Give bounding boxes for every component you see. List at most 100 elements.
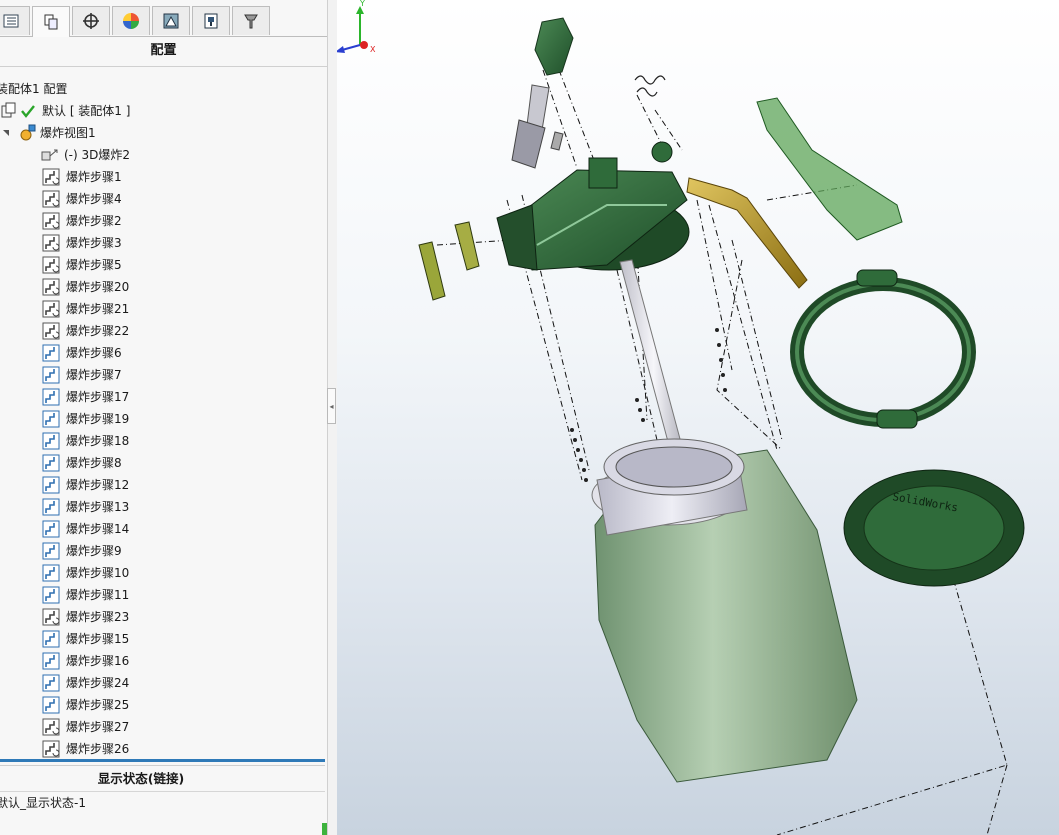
explode-step-rotate-icon bbox=[42, 278, 60, 296]
explode-step-item[interactable]: 爆炸步骤23 bbox=[42, 606, 129, 628]
config-root[interactable]: 装配体1 配置 bbox=[0, 78, 67, 100]
configuration-manager-panel: 配置 装配体1 配置 默认 [ 装配体1 ] 爆炸视图1 (-) 3D爆炸2 爆… bbox=[0, 0, 328, 835]
explode-step-item[interactable]: 爆炸步骤1 bbox=[42, 166, 122, 188]
latch-clip-part bbox=[418, 221, 480, 301]
explode-step-item[interactable]: 爆炸步骤10 bbox=[42, 562, 129, 584]
config-root-label: 装配体1 配置 bbox=[0, 82, 68, 96]
explode-step-label: 爆炸步骤4 bbox=[66, 192, 122, 206]
collapse-arrow-icon[interactable] bbox=[0, 127, 12, 139]
explode-step-item[interactable]: 爆炸步骤11 bbox=[42, 584, 129, 606]
explode-step-rotate-icon bbox=[42, 256, 60, 274]
explode-step-label: 爆炸步骤14 bbox=[66, 522, 130, 536]
view-triad[interactable]: Y Z X bbox=[337, 0, 390, 60]
explode-step-item[interactable]: 爆炸步骤7 bbox=[42, 364, 122, 386]
explode-view-label: 爆炸视图1 bbox=[40, 126, 96, 140]
graphics-area[interactable]: SolidWorks Y Z X bbox=[337, 0, 1059, 835]
tree-list-icon bbox=[2, 12, 20, 30]
explode-step-item[interactable]: 爆炸步骤26 bbox=[42, 738, 129, 760]
carry-ring-part bbox=[790, 269, 976, 429]
explode-step-item[interactable]: 爆炸步骤21 bbox=[42, 298, 129, 320]
explode-step-label: 爆炸步骤26 bbox=[66, 742, 130, 756]
tool-tab[interactable] bbox=[232, 6, 270, 35]
explode-step-item[interactable]: 爆炸步骤6 bbox=[42, 342, 122, 364]
explode-step-label: 爆炸步骤27 bbox=[66, 720, 130, 734]
panel-accent-divider bbox=[0, 759, 325, 762]
explode-step-item[interactable]: 爆炸步骤13 bbox=[42, 496, 129, 518]
cam-tab[interactable] bbox=[192, 6, 230, 35]
explode-step-label: 爆炸步骤8 bbox=[66, 456, 122, 470]
explode-step-icon bbox=[42, 564, 60, 582]
display-manager-tab[interactable] bbox=[152, 6, 190, 35]
explode-step-label: 爆炸步骤11 bbox=[66, 588, 130, 602]
appearance-tab[interactable] bbox=[112, 6, 150, 35]
explode-step-item[interactable]: 爆炸步骤12 bbox=[42, 474, 129, 496]
explode-step-item[interactable]: 爆炸步骤17 bbox=[42, 386, 129, 408]
explode-step-item[interactable]: 爆炸步骤19 bbox=[42, 408, 129, 430]
explode-step-label: 爆炸步骤12 bbox=[66, 478, 130, 492]
explode-step-item[interactable]: 爆炸步骤18 bbox=[42, 430, 129, 452]
carry-strap-part bbox=[756, 97, 903, 241]
explode-step-icon bbox=[42, 586, 60, 604]
display-state-item[interactable]: 默认_显示状态-1 bbox=[0, 794, 86, 812]
explode-step-item[interactable]: 爆炸步骤27 bbox=[42, 716, 129, 738]
explode-step-label: 爆炸步骤16 bbox=[66, 654, 130, 668]
base-cap-part: SolidWorks bbox=[843, 469, 1025, 587]
explode-step-item[interactable]: 爆炸步骤5 bbox=[42, 254, 122, 276]
explode-step-label: 爆炸步骤9 bbox=[66, 544, 122, 558]
explode-step-label: 爆炸步骤15 bbox=[66, 632, 130, 646]
default-configuration[interactable]: 默认 [ 装配体1 ] bbox=[0, 100, 130, 122]
explode-step-rotate-icon bbox=[42, 190, 60, 208]
explode-step-item[interactable]: 爆炸步骤24 bbox=[42, 672, 129, 694]
explode-step-label: 爆炸步骤10 bbox=[66, 566, 130, 580]
explode-step-item[interactable]: 爆炸步骤22 bbox=[42, 320, 129, 342]
straw-tube-part bbox=[619, 259, 688, 469]
cam-icon bbox=[202, 12, 220, 30]
splitter-grip-icon[interactable]: ◂ bbox=[327, 388, 336, 424]
explode-step-item[interactable]: 爆炸步骤25 bbox=[42, 694, 129, 716]
explode-step-item[interactable]: 爆炸步骤3 bbox=[42, 232, 122, 254]
explode-view-icon bbox=[20, 124, 36, 141]
checkmark-icon bbox=[21, 105, 35, 118]
explode-step-label: 爆炸步骤20 bbox=[66, 280, 130, 294]
explode-step-label: 爆炸步骤6 bbox=[66, 346, 122, 360]
explode-step-icon bbox=[42, 630, 60, 648]
exploded-assembly-model: SolidWorks bbox=[418, 17, 1025, 835]
feature-manager-tab[interactable] bbox=[0, 6, 30, 35]
panel-title: 配置 bbox=[150, 43, 177, 58]
explode-step-item[interactable]: 爆炸步骤8 bbox=[42, 452, 122, 474]
explode-step-icon bbox=[42, 520, 60, 538]
triad-y-label: Y bbox=[359, 0, 365, 8]
explode-step-rotate-icon bbox=[42, 740, 60, 758]
display-state-divider bbox=[0, 791, 325, 792]
explode-step-label: 爆炸步骤21 bbox=[66, 302, 130, 316]
explode-step-item[interactable]: 爆炸步骤20 bbox=[42, 276, 129, 298]
status-marker bbox=[322, 823, 327, 835]
explode-step-label: 爆炸步骤22 bbox=[66, 324, 130, 338]
explode-step-item[interactable]: 爆炸步骤4 bbox=[42, 188, 122, 210]
explode-view-node[interactable]: 爆炸视图1 bbox=[0, 122, 96, 144]
explode-3d-node[interactable]: (-) 3D爆炸2 bbox=[40, 144, 130, 166]
explode-step-icon bbox=[42, 432, 60, 450]
explode-step-icon bbox=[42, 542, 60, 560]
explode-step-label: 爆炸步骤18 bbox=[66, 434, 130, 448]
explode-step-icon bbox=[42, 388, 60, 406]
display-icon bbox=[162, 12, 180, 30]
explode-step-icon bbox=[42, 674, 60, 692]
explode-3d-label: (-) 3D爆炸2 bbox=[64, 148, 131, 162]
explode-step-item[interactable]: 爆炸步骤14 bbox=[42, 518, 129, 540]
explode-step-item[interactable]: 爆炸步骤16 bbox=[42, 650, 129, 672]
explode-step-label: 爆炸步骤5 bbox=[66, 258, 122, 272]
bottle-body-part bbox=[591, 438, 858, 783]
crosshair-icon bbox=[82, 12, 100, 30]
explode-step-item[interactable]: 爆炸步骤15 bbox=[42, 628, 129, 650]
explode-step-rotate-icon bbox=[42, 168, 60, 186]
explode-step-item[interactable]: 爆炸步骤2 bbox=[42, 210, 122, 232]
explode-step-icon bbox=[42, 454, 60, 472]
configuration-manager-tab[interactable] bbox=[72, 6, 110, 35]
property-manager-tab[interactable] bbox=[32, 6, 70, 37]
explode-step-item[interactable]: 爆炸步骤9 bbox=[42, 540, 122, 562]
explode-step-label: 爆炸步骤13 bbox=[66, 500, 130, 514]
explode-step-label: 爆炸步骤25 bbox=[66, 698, 130, 712]
explode-step-label: 爆炸步骤17 bbox=[66, 390, 130, 404]
manager-tab-bar bbox=[0, 6, 327, 37]
